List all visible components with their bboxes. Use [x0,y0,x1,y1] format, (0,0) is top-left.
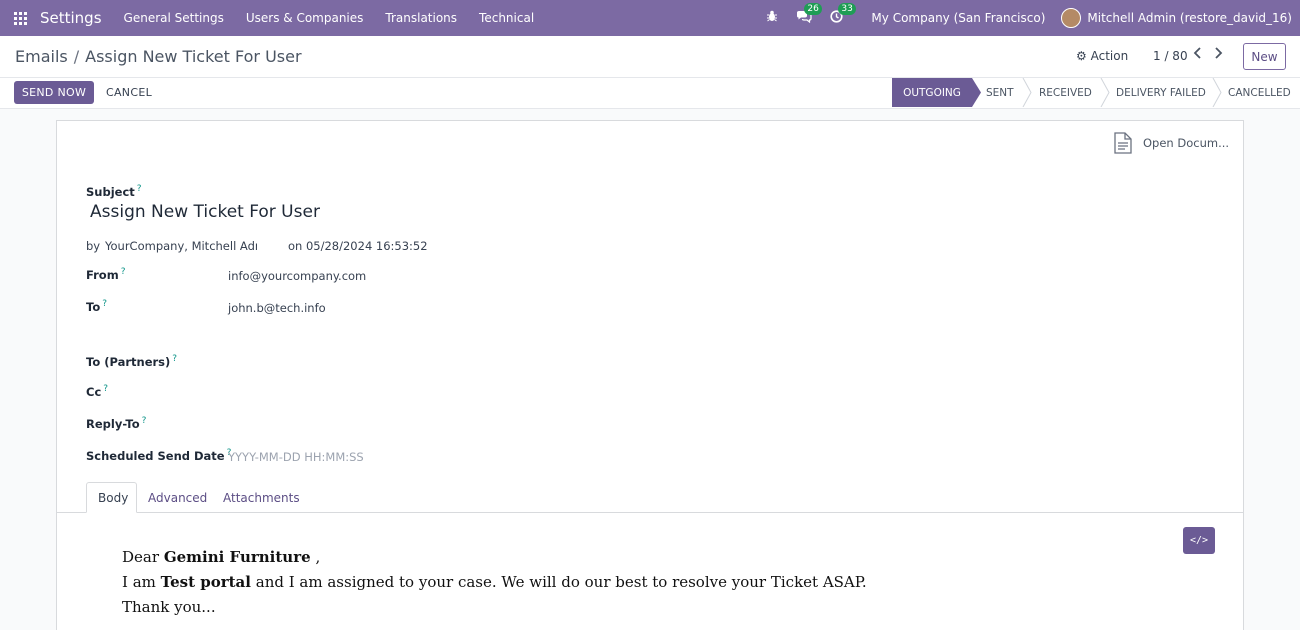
reply-to-label: Reply-To? [86,416,147,431]
open-document-button[interactable]: Open Docum... [1113,132,1229,154]
menu-general-settings[interactable]: General Settings [124,11,224,25]
new-button[interactable]: New [1243,43,1286,70]
tab-advanced[interactable]: Advanced [137,482,218,513]
activities-count-badge: 33 [838,2,856,15]
activities-clock-icon[interactable]: 33 [830,2,856,27]
code-icon: </> [1189,535,1209,546]
action-label: Action [1090,49,1129,63]
author-by-label: by [86,239,101,253]
chevron-left-icon[interactable] [1193,47,1203,63]
assignee-name: Test portal [160,573,251,591]
subject-field[interactable]: Assign New Ticket For User [90,202,320,222]
breadcrumb-parent[interactable]: Emails [15,47,68,66]
to-partners-label: To (Partners)? [86,354,178,369]
help-icon[interactable]: ? [172,354,177,364]
pager-value[interactable]: 1 / 80 [1153,49,1188,63]
tab-body[interactable]: Body [86,482,137,513]
stage-received[interactable]: RECEIVED [1039,78,1092,107]
navbar-systray: 26 33 My Company (San Francisco) Mitchel… [748,0,1292,36]
tab-attachments[interactable]: Attachments [212,482,311,513]
date-field: on 05/28/2024 16:53:52 [288,239,428,253]
user-menu[interactable]: Mitchell Admin (restore_david_16) [1087,11,1292,25]
help-icon[interactable]: ? [137,184,142,194]
bug-icon[interactable] [766,10,778,26]
customer-name: Gemini Furniture [163,548,311,566]
to-field[interactable]: john.b@tech.info [228,301,326,315]
menu-translations[interactable]: Translations [385,11,457,25]
breadcrumb: Emails / Assign New Ticket For User [15,47,302,66]
help-icon[interactable]: ? [121,267,126,277]
stage-arrow-divider [1100,78,1110,107]
author-field[interactable]: YourCompany, Mitchell Admi [105,239,257,253]
user-avatar[interactable] [1061,8,1082,28]
send-now-button[interactable]: SEND NOW [14,81,94,104]
from-field[interactable]: info@yourcompany.com [228,269,366,283]
stage-arrow-divider [1212,78,1222,107]
subject-label: Subject? [86,184,142,199]
reply-to-field[interactable] [228,416,528,432]
scheduled-date-input[interactable]: YYYY-MM-DD HH:MM:SS [228,450,364,464]
body-line-greeting[interactable]: Dear Gemini Furniture , [122,548,320,566]
to-label: To? [86,299,107,314]
control-panel: Emails / Assign New Ticket For User ⚙ Acti… [0,36,1300,78]
chevron-right-icon[interactable] [1213,47,1223,63]
app-brand[interactable]: Settings [40,9,102,27]
scheduled-date-label: Scheduled Send Date? [86,448,232,463]
body-line-assignment[interactable]: I am Test portal and I am assigned to yo… [122,573,867,591]
stage-delivery-failed[interactable]: DELIVERY FAILED [1116,78,1206,107]
menu-technical[interactable]: Technical [479,11,534,25]
messages-count-badge: 26 [804,2,822,15]
cc-label: Cc? [86,384,109,399]
menu-users-companies[interactable]: Users & Companies [246,11,364,25]
stage-arrow-divider [972,78,981,107]
stage-arrow-divider [1022,78,1032,107]
to-partners-field[interactable] [228,354,528,370]
breadcrumb-current: Assign New Ticket For User [85,47,302,66]
cc-field[interactable] [228,384,528,400]
help-icon[interactable]: ? [102,299,107,309]
help-icon[interactable]: ? [142,416,147,426]
document-icon [1114,132,1132,154]
top-navbar: Settings General Settings Users & Compan… [0,0,1300,36]
body-line-thanks[interactable]: Thank you... [122,598,216,616]
breadcrumb-separator: / [73,47,80,66]
stage-sent[interactable]: SENT [986,78,1014,107]
gear-icon: ⚙ [1076,49,1087,63]
messages-icon[interactable]: 26 [796,2,822,27]
code-view-button[interactable]: </> [1183,527,1215,554]
stage-cancelled[interactable]: CANCELLED [1228,78,1291,107]
help-icon[interactable]: ? [103,384,108,394]
cancel-button[interactable]: CANCEL [106,86,152,99]
company-switcher[interactable]: My Company (San Francisco) [871,11,1045,25]
apps-menu-icon[interactable] [0,0,40,36]
action-menu[interactable]: ⚙ Action [1076,49,1128,63]
stage-outgoing[interactable]: OUTGOING [892,78,972,107]
status-bar: SEND NOW CANCEL OUTGOING SENT RECEIVED D… [0,78,1300,109]
from-label: From? [86,267,126,282]
open-document-label: Open Docum... [1143,136,1230,150]
